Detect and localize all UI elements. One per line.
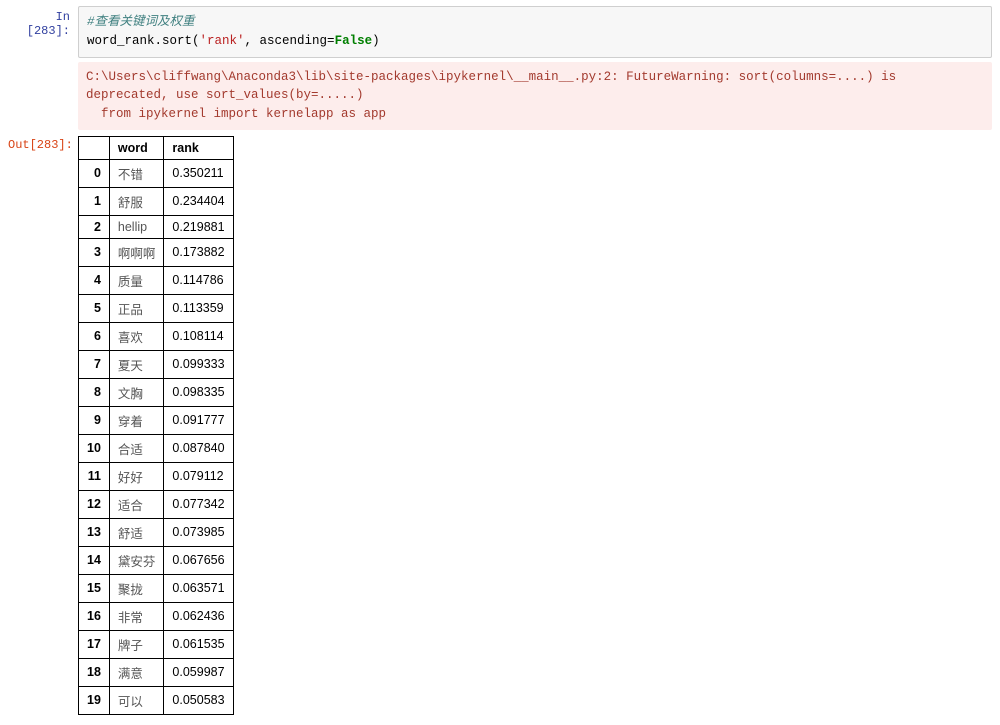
output-prompt: Out[283]: xyxy=(8,134,78,152)
table-row: 9穿着0.091777 xyxy=(79,406,234,434)
row-index: 2 xyxy=(79,215,110,238)
row-rank: 0.098335 xyxy=(164,378,233,406)
row-index: 19 xyxy=(79,686,110,714)
row-rank: 0.108114 xyxy=(164,322,233,350)
row-word: 啊啊啊 xyxy=(109,238,164,266)
row-index: 5 xyxy=(79,294,110,322)
row-index: 17 xyxy=(79,630,110,658)
code-false: False xyxy=(335,34,373,48)
row-rank: 0.050583 xyxy=(164,686,233,714)
table-row: 7夏天0.099333 xyxy=(79,350,234,378)
row-rank: 0.061535 xyxy=(164,630,233,658)
row-rank: 0.099333 xyxy=(164,350,233,378)
row-word: 黛安芬 xyxy=(109,546,164,574)
row-rank: 0.087840 xyxy=(164,434,233,462)
row-word: 夏天 xyxy=(109,350,164,378)
row-index: 16 xyxy=(79,602,110,630)
row-index: 7 xyxy=(79,350,110,378)
row-index: 0 xyxy=(79,159,110,187)
row-word: 适合 xyxy=(109,490,164,518)
row-word: 好好 xyxy=(109,462,164,490)
header-word: word xyxy=(109,136,164,159)
table-row: 11好好0.079112 xyxy=(79,462,234,490)
row-word: 满意 xyxy=(109,658,164,686)
row-word: 合适 xyxy=(109,434,164,462)
row-rank: 0.067656 xyxy=(164,546,233,574)
code-arg: 'rank' xyxy=(200,34,245,48)
row-rank: 0.173882 xyxy=(164,238,233,266)
table-row: 10合适0.087840 xyxy=(79,434,234,462)
row-word: 正品 xyxy=(109,294,164,322)
warning-area: C:\Users\cliffwang\Anaconda3\lib\site-pa… xyxy=(78,62,992,130)
code-comment: #查看关键词及权重 xyxy=(87,15,195,29)
table-row: 0不错0.350211 xyxy=(79,159,234,187)
row-word: hellip xyxy=(109,215,164,238)
row-rank: 0.059987 xyxy=(164,658,233,686)
table-row: 5正品0.113359 xyxy=(79,294,234,322)
row-rank: 0.077342 xyxy=(164,490,233,518)
row-word: 舒服 xyxy=(109,187,164,215)
table-row: 12适合0.077342 xyxy=(79,490,234,518)
row-index: 11 xyxy=(79,462,110,490)
output-cell: Out[283]: word rank 0不错0.3502111舒服0.2344… xyxy=(8,134,992,715)
warning-line2: from ipykernel import kernelapp as app xyxy=(86,107,386,121)
row-index: 15 xyxy=(79,574,110,602)
row-index: 1 xyxy=(79,187,110,215)
table-row: 16非常0.062436 xyxy=(79,602,234,630)
input-prompt: In [283]: xyxy=(8,6,78,38)
row-word: 牌子 xyxy=(109,630,164,658)
table-row: 8文胸0.098335 xyxy=(79,378,234,406)
table-row: 2hellip0.219881 xyxy=(79,215,234,238)
row-word: 质量 xyxy=(109,266,164,294)
row-word: 穿着 xyxy=(109,406,164,434)
table-row: 1舒服0.234404 xyxy=(79,187,234,215)
row-rank: 0.091777 xyxy=(164,406,233,434)
row-rank: 0.079112 xyxy=(164,462,233,490)
row-rank: 0.062436 xyxy=(164,602,233,630)
row-rank: 0.219881 xyxy=(164,215,233,238)
code-suffix: ) xyxy=(372,34,380,48)
row-word: 不错 xyxy=(109,159,164,187)
row-rank: 0.073985 xyxy=(164,518,233,546)
row-index: 6 xyxy=(79,322,110,350)
code-area[interactable]: #查看关键词及权重 word_rank.sort('rank', ascendi… xyxy=(78,6,992,58)
row-rank: 0.234404 xyxy=(164,187,233,215)
row-index: 9 xyxy=(79,406,110,434)
table-row: 14黛安芬0.067656 xyxy=(79,546,234,574)
table-header-row: word rank xyxy=(79,136,234,159)
row-rank: 0.113359 xyxy=(164,294,233,322)
table-row: 13舒适0.073985 xyxy=(79,518,234,546)
row-index: 3 xyxy=(79,238,110,266)
table-row: 18满意0.059987 xyxy=(79,658,234,686)
table-row: 17牌子0.061535 xyxy=(79,630,234,658)
table-row: 3啊啊啊0.173882 xyxy=(79,238,234,266)
row-index: 13 xyxy=(79,518,110,546)
row-word: 舒适 xyxy=(109,518,164,546)
table-row: 6喜欢0.108114 xyxy=(79,322,234,350)
row-rank: 0.350211 xyxy=(164,159,233,187)
row-index: 18 xyxy=(79,658,110,686)
input-cell: In [283]: #查看关键词及权重 word_rank.sort('rank… xyxy=(8,6,992,130)
row-index: 10 xyxy=(79,434,110,462)
row-word: 可以 xyxy=(109,686,164,714)
row-word: 聚拢 xyxy=(109,574,164,602)
table-row: 4质量0.114786 xyxy=(79,266,234,294)
warning-line1: C:\Users\cliffwang\Anaconda3\lib\site-pa… xyxy=(86,70,904,103)
row-word: 喜欢 xyxy=(109,322,164,350)
code-mid: , ascending= xyxy=(245,34,335,48)
header-index xyxy=(79,136,110,159)
row-rank: 0.063571 xyxy=(164,574,233,602)
row-word: 文胸 xyxy=(109,378,164,406)
table-row: 19可以0.050583 xyxy=(79,686,234,714)
row-index: 8 xyxy=(79,378,110,406)
row-index: 12 xyxy=(79,490,110,518)
row-index: 4 xyxy=(79,266,110,294)
header-rank: rank xyxy=(164,136,233,159)
code-prefix: word_rank.sort( xyxy=(87,34,200,48)
dataframe-table: word rank 0不错0.3502111舒服0.2344042hellip0… xyxy=(78,136,234,715)
table-row: 15聚拢0.063571 xyxy=(79,574,234,602)
row-index: 14 xyxy=(79,546,110,574)
row-word: 非常 xyxy=(109,602,164,630)
row-rank: 0.114786 xyxy=(164,266,233,294)
